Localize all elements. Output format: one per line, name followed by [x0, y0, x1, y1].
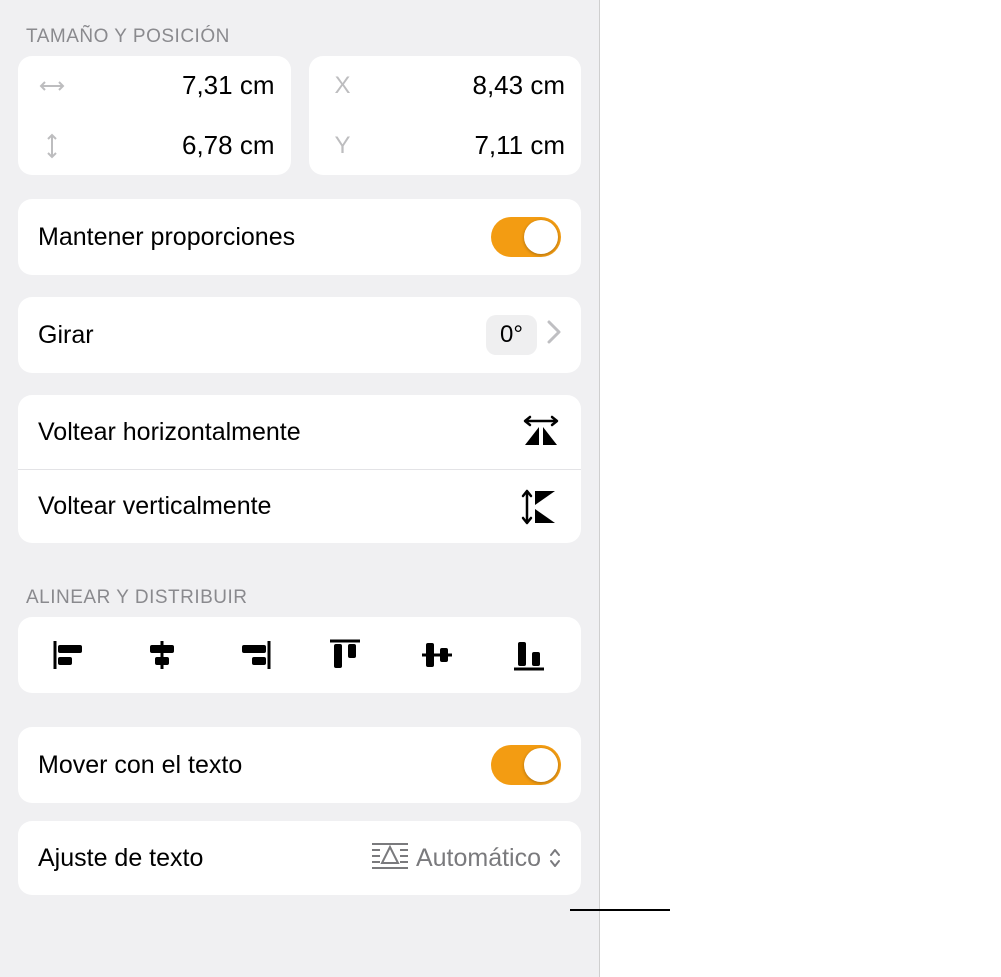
chevron-right-icon [547, 319, 561, 351]
height-field[interactable]: 6,78 cm [18, 116, 291, 175]
height-value: 6,78 cm [70, 130, 275, 161]
align-right-button[interactable] [232, 633, 276, 677]
rotate-label: Girar [38, 321, 94, 350]
x-value: 8,43 cm [361, 70, 566, 101]
size-position-section-title: Tamaño y Posición [18, 20, 581, 56]
position-card: X 8,43 cm Y 7,11 cm [309, 56, 582, 175]
keep-proportions-card: Mantener proporciones [18, 199, 581, 275]
align-center-horizontal-button[interactable] [140, 633, 184, 677]
move-with-text-toggle[interactable] [491, 745, 561, 785]
text-wrap-row[interactable]: Ajuste de texto Automático [18, 821, 581, 895]
flip-card: Voltear horizontalmente Voltear vertical… [18, 395, 581, 543]
annotation-line [570, 909, 670, 911]
flip-horizontal-icon [521, 415, 561, 449]
x-label: X [325, 72, 361, 100]
rotate-value: 0° [486, 315, 537, 355]
inspector-panel: Tamaño y Posición 7,31 cm [0, 0, 600, 977]
y-value: 7,11 cm [361, 130, 566, 161]
y-label: Y [325, 132, 361, 160]
flip-vertical-row[interactable]: Voltear verticalmente [18, 469, 581, 543]
keep-proportions-row: Mantener proporciones [18, 199, 581, 275]
move-with-text-card: Mover con el texto [18, 727, 581, 803]
size-card: 7,31 cm 6,78 cm [18, 56, 291, 175]
width-icon [34, 79, 70, 93]
text-wrap-dropdown[interactable]: Automático [372, 841, 561, 876]
flip-vertical-label: Voltear verticalmente [38, 492, 271, 521]
align-bottom-button[interactable] [507, 633, 551, 677]
y-field[interactable]: Y 7,11 cm [309, 116, 582, 175]
height-icon [34, 133, 70, 159]
align-distribute-section-title: Alinear y Distribuir [18, 581, 581, 617]
align-left-button[interactable] [48, 633, 92, 677]
flip-horizontal-row[interactable]: Voltear horizontalmente [18, 395, 581, 469]
move-with-text-row: Mover con el texto [18, 727, 581, 803]
align-top-button[interactable] [323, 633, 367, 677]
text-wrap-label: Ajuste de texto [38, 844, 203, 873]
rotate-row[interactable]: Girar 0° [18, 297, 581, 373]
flip-vertical-icon [521, 489, 561, 525]
flip-horizontal-label: Voltear horizontalmente [38, 418, 301, 447]
keep-proportions-toggle[interactable] [491, 217, 561, 257]
text-wrap-card: Ajuste de texto Automático [18, 821, 581, 895]
x-field[interactable]: X 8,43 cm [309, 56, 582, 116]
rotate-card: Girar 0° [18, 297, 581, 373]
text-wrap-icon [372, 841, 408, 876]
align-toolbar [18, 617, 581, 693]
text-wrap-value: Automático [416, 844, 541, 873]
dropdown-arrows-icon [549, 848, 561, 868]
width-field[interactable]: 7,31 cm [18, 56, 291, 116]
keep-proportions-label: Mantener proporciones [38, 223, 295, 252]
width-value: 7,31 cm [70, 70, 275, 101]
align-center-vertical-button[interactable] [415, 633, 459, 677]
move-with-text-label: Mover con el texto [38, 751, 242, 780]
